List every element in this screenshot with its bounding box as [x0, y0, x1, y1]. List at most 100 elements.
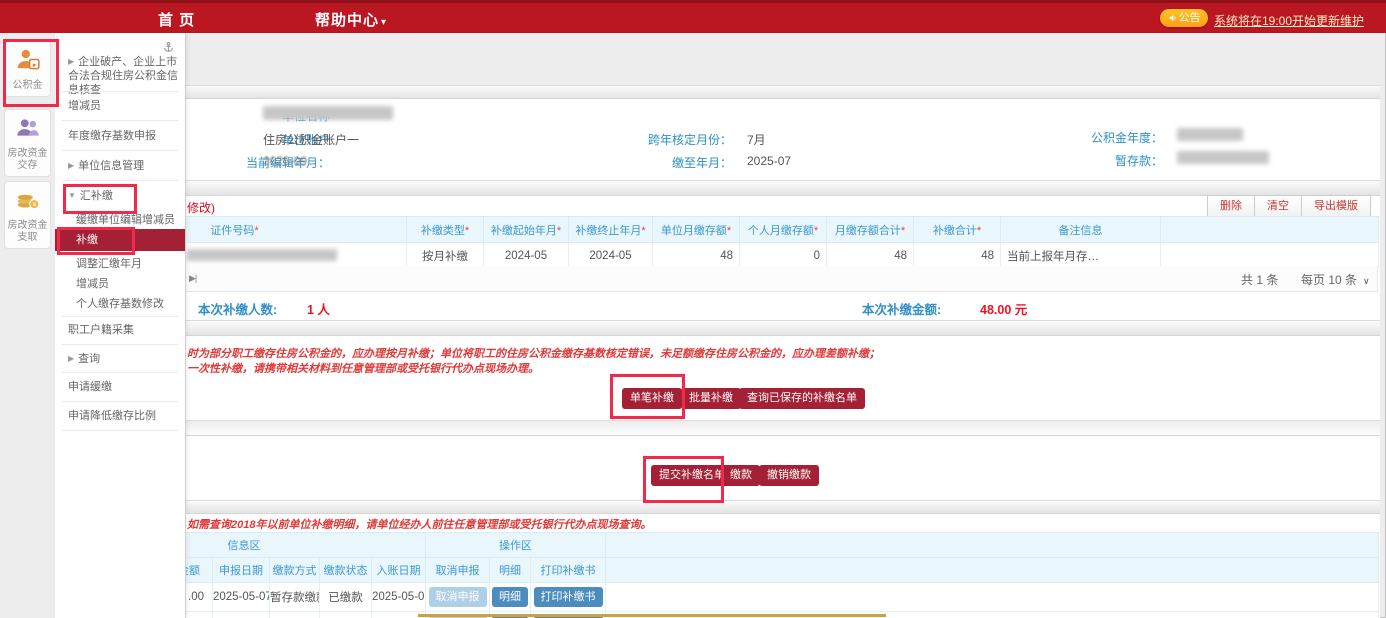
menu-divider — [62, 430, 178, 431]
menu-divider — [62, 401, 178, 402]
nav-home[interactable]: 首 页 — [158, 9, 195, 30]
person-edit-icon — [15, 47, 41, 73]
menu-item-add-remove-staff[interactable]: 增减员 — [55, 99, 185, 113]
section-divider — [60, 180, 1380, 196]
edit-hint-note: 修改) — [187, 199, 215, 216]
col-print: 打印补缴书 — [531, 558, 606, 583]
module-label: 房改资金交存 — [6, 148, 49, 172]
cell-unit: 48 — [653, 243, 740, 269]
company-account-value: 住房公积金账户一 — [263, 131, 359, 148]
cell-pay-status: 已缴款 — [320, 612, 372, 618]
cell-empty — [606, 583, 1379, 612]
col-detail: 明细 — [490, 558, 531, 583]
section-divider — [60, 320, 1380, 336]
menu-item-add-remove-staff-2[interactable]: 增减员 — [55, 277, 185, 291]
menu-divider — [62, 180, 178, 181]
menu-item-staff-household-collect[interactable]: 职工户籍采集 — [55, 323, 185, 337]
menu-item-supplement[interactable]: 补缴 — [55, 229, 185, 251]
supplement-amount-label: 本次补缴金额: — [862, 299, 941, 318]
sidebar-menu: ▶企业破产、企业上市合法合规住房公积金信息核查 增减员 年度缴存基数申报 ▶单位… — [55, 33, 186, 618]
menu-item-deferred-edit-staff[interactable]: 缓缴单位编辑增减员 — [55, 213, 185, 227]
group-header-row: 信息区 操作区 — [63, 533, 1379, 558]
col-empty — [606, 558, 1379, 583]
arrow-right-icon: ▶ — [68, 354, 74, 363]
masked-deposit-value — [1177, 151, 1269, 164]
menu-item-apply-deferral[interactable]: 申请缓缴 — [55, 380, 185, 394]
menu-divider — [62, 316, 178, 317]
cancel-payment-button[interactable]: 撤销缴款 — [759, 465, 819, 486]
menu-divider — [62, 372, 178, 373]
arrow-down-icon: ▼ — [68, 191, 76, 200]
col-start-month: 补缴起始年月* — [484, 217, 569, 243]
module-rail: 公积金 房改资金交存 ¥ 房改资金支取 — [0, 33, 56, 618]
col-declare-date: 申报日期 — [213, 558, 270, 583]
main-content: 单位名称 单位账户 住房公积金账户一 当前编辑年月： 2025-09 跨年核定月… — [55, 33, 1386, 618]
paid-through-month-value: 2025-07 — [747, 154, 791, 168]
col-pay-status: 缴款状态 — [320, 558, 372, 583]
table-row[interactable]: 按月补缴 2024-05 2024-05 48 0 48 48 当前上报年月存… — [63, 243, 1379, 269]
menu-item-query[interactable]: ▶查询 — [55, 352, 185, 366]
people-icon — [15, 115, 41, 141]
menu-divider — [62, 344, 178, 345]
cell-entry-date: 2025-05-07 — [372, 583, 426, 612]
query-saved-list-button[interactable]: 查询已保存的补缴名单 — [739, 388, 865, 409]
col-empty — [1161, 217, 1379, 243]
cell-type: 按月补缴 — [407, 243, 484, 269]
menu-item-annual-base-declare[interactable]: 年度缴存基数申报 — [55, 129, 185, 143]
menu-divider — [62, 150, 178, 151]
col-monthly-total: 月缴存额合计* — [827, 217, 914, 243]
supplement-list-table: 证件号码* 补缴类型* 补缴起始年月* 补缴终止年月* 单位月缴存额* 个人月缴… — [62, 216, 1379, 269]
cancel-declare-button: 取消申报 — [429, 587, 487, 607]
empty-group-header — [606, 533, 1379, 558]
maintenance-notice-link[interactable]: 系统将在19:00开始更新维护 — [1214, 12, 1364, 29]
col-entry-date: 入账日期 — [372, 558, 426, 583]
field-label-cross-year-month: 跨年核定月份： — [602, 131, 732, 148]
module-housing-deposit[interactable]: 房改资金交存 — [4, 109, 51, 177]
cell-month-total: 48 — [827, 243, 914, 269]
announcement-badge[interactable]: 公告 — [1160, 9, 1208, 27]
page-size-select[interactable]: 每页 10 条∨ — [1301, 271, 1370, 288]
masked-company-name-value — [263, 106, 393, 120]
module-label: 房改资金支取 — [6, 220, 49, 244]
menu-item-adjust-remit-month[interactable]: 调整汇缴年月 — [55, 257, 185, 271]
field-label-paid-through-month: 缴至年月： — [602, 154, 732, 171]
col-cancel-declare: 取消申报 — [426, 558, 490, 583]
history-query-note: 如需查询2018年以前单位补缴明细，请单位经办人前往任意管理部或受托银行代办点现… — [187, 516, 651, 532]
menu-item-apply-lower-ratio[interactable]: 申请降低缴存比例 — [55, 409, 185, 423]
cell-start: 2024-05 — [484, 243, 569, 269]
arrow-right-icon: ▶ — [68, 161, 74, 170]
top-navigation-bar: 首 页 帮助中心▾ 公告 系统将在19:00开始更新维护 — [0, 0, 1386, 33]
coins-icon: ¥ — [15, 187, 41, 213]
payment-history-table: 信息区 操作区 金额 申报日期 缴款方式 缴款状态 入账日期 取消申报 明细 打… — [62, 532, 1379, 618]
module-housing-withdraw[interactable]: ¥ 房改资金支取 — [4, 181, 51, 249]
section-divider — [60, 500, 1380, 514]
module-fund[interactable]: 公积金 — [4, 41, 51, 97]
single-supplement-button[interactable]: 单笔补缴 — [622, 388, 682, 409]
menu-item-personal-base-modify[interactable]: 个人缴存基数修改 — [55, 297, 185, 311]
col-end-month: 补缴终止年月* — [569, 217, 653, 243]
pagination-bar: ▶| 共 1 条 每页 10 条∨ — [62, 266, 1378, 292]
nav-help-center[interactable]: 帮助中心▾ — [315, 9, 387, 30]
pay-button[interactable]: 缴款 — [722, 465, 760, 486]
bottom-gold-line — [418, 614, 886, 617]
supplement-count-value: 1 人 — [307, 299, 330, 318]
section-divider — [60, 85, 1380, 99]
pager-total: 共 1 条 — [1241, 271, 1278, 288]
supplement-count-label: 本次补缴人数: — [198, 299, 277, 318]
pager-last-icon[interactable]: ▶| — [189, 273, 196, 284]
col-remark: 备注信息 — [1001, 217, 1161, 243]
cross-year-month-value: 7月 — [747, 131, 766, 148]
col-personal-monthly: 个人月缴存额* — [740, 217, 827, 243]
submit-supplement-list-button[interactable]: 提交补缴名单 — [651, 465, 733, 486]
print-certificate-button[interactable]: 打印补缴书 — [534, 587, 603, 607]
cell-pay-method: 暂存款缴款 — [270, 583, 320, 612]
batch-supplement-button[interactable]: 批量补缴 — [681, 388, 741, 409]
cell-remark: 当前上报年月存… — [1001, 243, 1161, 269]
menu-item-remit-supplement[interactable]: ▼汇补缴 — [55, 189, 185, 203]
menu-item-company-info[interactable]: ▶单位信息管理 — [55, 159, 185, 173]
col-pay-method: 缴款方式 — [270, 558, 320, 583]
detail-button[interactable]: 明细 — [492, 587, 528, 607]
field-label-fund-year: 公积金年度： — [1040, 129, 1163, 146]
module-label: 公积金 — [6, 80, 49, 92]
operation-group-header: 操作区 — [426, 533, 606, 558]
